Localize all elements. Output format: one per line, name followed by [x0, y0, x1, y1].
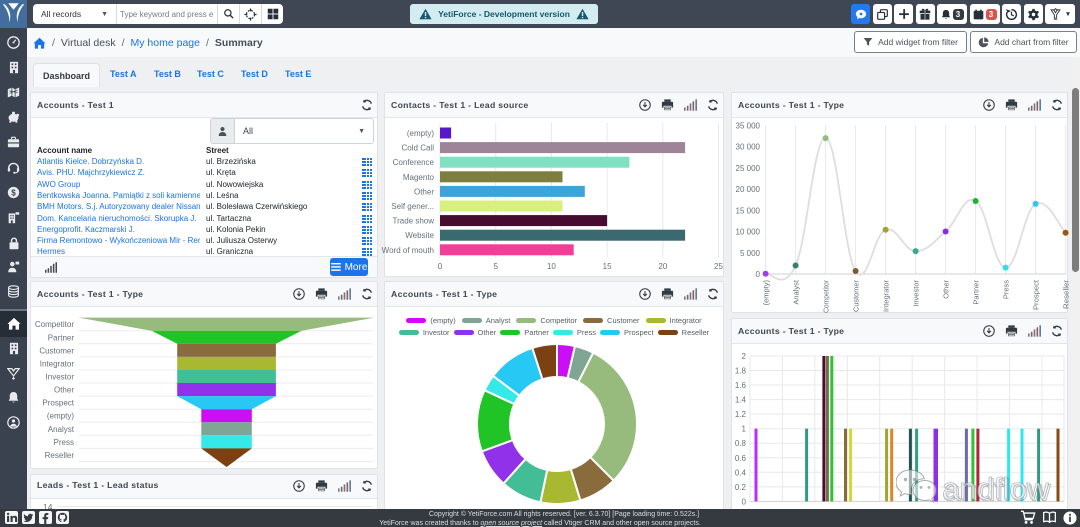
svg-text:Integrator: Integrator — [882, 280, 891, 312]
svg-text:15 000: 15 000 — [736, 206, 761, 215]
svg-text:Customer: Customer — [39, 346, 74, 355]
svg-text:5 000: 5 000 — [740, 249, 761, 258]
svg-text:(empty): (empty) — [47, 412, 74, 421]
svg-text:Reseller: Reseller — [45, 451, 75, 460]
svg-text:10 000: 10 000 — [736, 228, 761, 237]
svg-text:0.6: 0.6 — [735, 454, 747, 463]
svg-text:Partner: Partner — [48, 333, 75, 342]
svg-text:25 000: 25 000 — [736, 164, 761, 173]
svg-text:Cold Call: Cold Call — [402, 144, 435, 153]
svg-text:Magento: Magento — [403, 173, 435, 182]
svg-text:Press: Press — [54, 438, 74, 447]
svg-text:30 000: 30 000 — [736, 143, 761, 152]
svg-text:1.8: 1.8 — [735, 367, 747, 376]
svg-text:0.2: 0.2 — [735, 483, 747, 492]
svg-text:(empty): (empty) — [407, 129, 434, 138]
svg-text:Website: Website — [405, 231, 434, 240]
svg-text:15: 15 — [603, 262, 612, 271]
svg-text:(empty): (empty) — [762, 280, 771, 306]
svg-text:5: 5 — [493, 262, 498, 271]
svg-text:Trade show: Trade show — [393, 217, 435, 226]
svg-text:Press: Press — [1002, 280, 1011, 299]
svg-text:Other: Other — [54, 386, 74, 395]
svg-text:Integrator: Integrator — [40, 359, 75, 368]
svg-text:Investor: Investor — [912, 280, 921, 307]
svg-text:Competitor: Competitor — [822, 280, 831, 313]
svg-text:1: 1 — [742, 425, 747, 434]
svg-text:Word of mouth: Word of mouth — [382, 246, 434, 255]
svg-text:0.8: 0.8 — [735, 439, 747, 448]
svg-text:Competitor: Competitor — [35, 320, 74, 329]
svg-text:Other: Other — [414, 187, 434, 196]
svg-text:1.6: 1.6 — [735, 381, 747, 390]
svg-text:25: 25 — [714, 262, 723, 271]
svg-text:2: 2 — [742, 352, 747, 361]
svg-text:Other: Other — [942, 280, 951, 299]
svg-text:Investor: Investor — [46, 373, 75, 382]
svg-text:Prospect: Prospect — [42, 399, 74, 408]
svg-text:0: 0 — [742, 497, 747, 506]
svg-text:20 000: 20 000 — [736, 185, 761, 194]
svg-text:1.4: 1.4 — [735, 396, 747, 405]
svg-text:Partner: Partner — [972, 280, 981, 305]
svg-text:Prospect: Prospect — [1032, 279, 1041, 310]
svg-text:Reseller: Reseller — [1062, 279, 1071, 309]
svg-text:1.2: 1.2 — [735, 410, 747, 419]
svg-text:0.4: 0.4 — [735, 468, 747, 477]
svg-text:$: $ — [11, 188, 16, 197]
svg-text:Analyst: Analyst — [792, 279, 801, 305]
svg-text:Customer: Customer — [852, 280, 861, 312]
svg-text:Analyst: Analyst — [48, 425, 75, 434]
svg-text:0: 0 — [756, 270, 761, 279]
svg-text:10: 10 — [547, 262, 556, 271]
svg-text:20: 20 — [658, 262, 667, 271]
svg-text:35 000: 35 000 — [736, 121, 761, 130]
svg-text:0: 0 — [438, 262, 443, 271]
svg-text:Self gener...: Self gener... — [391, 202, 434, 211]
svg-text:Conference: Conference — [393, 158, 435, 167]
